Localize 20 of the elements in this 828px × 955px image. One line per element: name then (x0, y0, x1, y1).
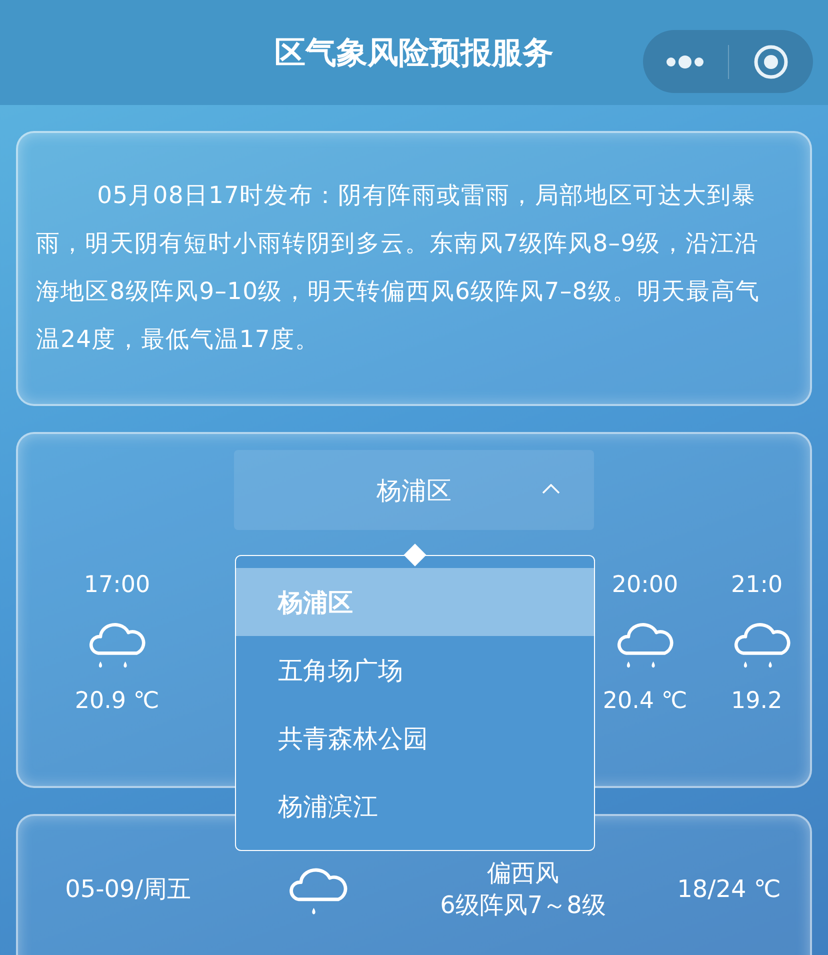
hour-time: 21:0 (731, 572, 783, 598)
district-select[interactable]: 杨浦区 (234, 450, 594, 530)
dropdown-option[interactable]: 杨浦区 (236, 568, 594, 636)
page-title: 区气象风险预报服务 (274, 34, 554, 72)
hour-temperature: 20.4 ℃ (602, 688, 688, 714)
hour-time: 17:00 (84, 572, 150, 598)
forecast-notice: 05月08日17时发布：阴有阵雨或雷雨，局部地区可达大到暴雨，明天阴有短时小雨转阴到多云。东南风7级阵风8–9级，沿江沿海地区8级阵风9–10级，明天转偏西风6级阵风7–8级。明天最高气温24度，最低气温17度。 (36, 180, 761, 355)
wind-level: 6级阵风7～8级 (440, 890, 606, 921)
more-icon[interactable] (665, 54, 706, 68)
chevron-up-icon (542, 484, 560, 494)
day-date: 05-09/周五 (65, 874, 191, 905)
wind-direction: 偏西风 (487, 858, 559, 889)
dropdown-option[interactable]: 共青森林公园 (236, 704, 594, 772)
hour-temperature: 20.9 ℃ (74, 688, 160, 714)
hour-time: 20:00 (612, 572, 678, 598)
hour-temperature: 19.2 (731, 688, 782, 714)
close-icon[interactable] (752, 44, 789, 80)
dropdown-option[interactable]: 杨浦滨江 (236, 772, 594, 840)
dropdown-option[interactable]: 五角场广场 (236, 636, 594, 704)
day-temperature: 18/24 ℃ (677, 875, 781, 903)
